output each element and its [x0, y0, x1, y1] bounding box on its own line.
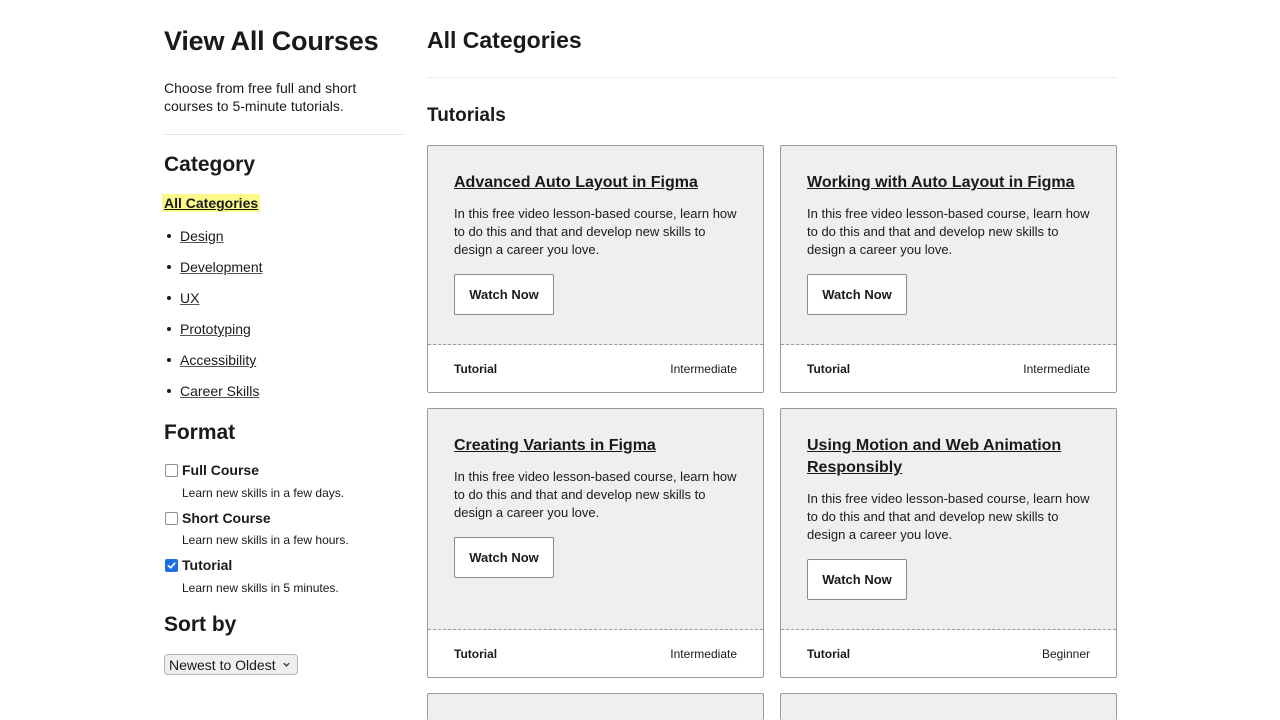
- intro-text: Choose from free full and short courses …: [164, 80, 357, 114]
- sort-heading: Sort by: [164, 613, 237, 636]
- category-item-prototyping: Prototyping: [164, 321, 251, 337]
- card-type: Tutorial: [454, 647, 498, 661]
- card-title-link[interactable]: Advanced Auto Layout in Figma: [454, 172, 744, 194]
- format-description: Learn new skills in a few hours.: [182, 533, 349, 547]
- card-type: Tutorial: [454, 362, 498, 376]
- watch-now-button[interactable]: Watch Now: [807, 274, 907, 315]
- category-link-prototyping[interactable]: Prototyping: [180, 321, 251, 337]
- bullet-icon: [167, 265, 171, 269]
- category-link-development[interactable]: Development: [180, 259, 263, 275]
- card-body: Using Motion and Web Animation Responsib…: [781, 409, 1116, 630]
- card-description: In this free video lesson-based course, …: [454, 206, 737, 257]
- tutorial-checkbox[interactable]: [165, 558, 178, 572]
- course-card-partial: [780, 693, 1117, 720]
- sort-selected-value: Newest to Oldest: [169, 656, 276, 673]
- course-card: Advanced Auto Layout in Figma In this fr…: [427, 145, 764, 393]
- course-card-partial: [427, 693, 764, 720]
- card-body: Working with Auto Layout in Figma In thi…: [781, 146, 1116, 345]
- category-link-ux[interactable]: UX: [180, 290, 199, 306]
- course-card: Working with Auto Layout in Figma In thi…: [780, 145, 1117, 393]
- card-type: Tutorial: [807, 362, 851, 376]
- category-link-accessibility[interactable]: Accessibility: [180, 352, 256, 368]
- format-label: Short Course: [182, 510, 271, 526]
- bullet-icon: [167, 296, 171, 300]
- card-title-link[interactable]: Working with Auto Layout in Figma: [807, 172, 1097, 194]
- category-item-development: Development: [164, 259, 263, 275]
- bullet-icon: [167, 389, 171, 393]
- format-heading: Format: [164, 421, 236, 444]
- bullet-icon: [167, 327, 171, 331]
- bullet-icon: [167, 358, 171, 362]
- format-option-tutorial[interactable]: Tutorial: [164, 557, 232, 573]
- watch-now-button[interactable]: Watch Now: [807, 559, 907, 600]
- course-card: Using Motion and Web Animation Responsib…: [780, 408, 1117, 678]
- format-label: Full Course: [182, 462, 260, 478]
- card-title-link[interactable]: Creating Variants in Figma: [454, 435, 744, 457]
- full-course-checkbox[interactable]: [165, 463, 178, 477]
- card-body: Creating Variants in Figma In this free …: [428, 409, 763, 630]
- main-divider: [427, 77, 1117, 78]
- card-title-link[interactable]: Using Motion and Web Animation Responsib…: [807, 435, 1097, 479]
- category-item-career-skills: Career Skills: [164, 383, 259, 399]
- category-all-link[interactable]: All Categories: [162, 194, 261, 212]
- category-heading: Category: [164, 153, 256, 176]
- card-description: In this free video lesson-based course, …: [807, 206, 1090, 257]
- format-description: Learn new skills in 5 minutes.: [182, 581, 339, 595]
- card-level: Intermediate: [1023, 362, 1090, 376]
- card-description: In this free video lesson-based course, …: [807, 491, 1090, 542]
- category-item-accessibility: Accessibility: [164, 352, 256, 368]
- card-level: Beginner: [1041, 647, 1090, 661]
- card-level: Intermediate: [670, 362, 737, 376]
- sort-select[interactable]: Newest to Oldest: [164, 654, 298, 675]
- watch-now-button[interactable]: Watch Now: [454, 537, 554, 578]
- main-title: All Categories: [427, 27, 582, 53]
- card-description: In this free video lesson-based course, …: [454, 469, 737, 520]
- format-option-full-course[interactable]: Full Course: [164, 462, 259, 478]
- category-link-career-skills[interactable]: Career Skills: [180, 383, 259, 399]
- format-description: Learn new skills in a few days.: [182, 486, 345, 500]
- category-item-design: Design: [164, 228, 224, 244]
- bullet-icon: [167, 234, 171, 238]
- chevron-down-icon: [282, 662, 290, 667]
- category-item-ux: UX: [164, 290, 199, 306]
- format-option-short-course[interactable]: Short Course: [164, 510, 271, 526]
- checkmark-icon: [167, 561, 176, 569]
- course-card: Creating Variants in Figma In this free …: [427, 408, 764, 678]
- sidebar-divider: [164, 134, 404, 135]
- short-course-checkbox[interactable]: [165, 511, 178, 525]
- page-title: View All Courses: [164, 26, 379, 56]
- category-link-design[interactable]: Design: [180, 228, 224, 244]
- watch-now-button[interactable]: Watch Now: [454, 274, 554, 315]
- card-type: Tutorial: [807, 647, 851, 661]
- card-level: Intermediate: [670, 647, 737, 661]
- card-body: Advanced Auto Layout in Figma In this fr…: [428, 146, 763, 345]
- section-title: Tutorials: [427, 105, 506, 126]
- format-label: Tutorial: [182, 557, 233, 573]
